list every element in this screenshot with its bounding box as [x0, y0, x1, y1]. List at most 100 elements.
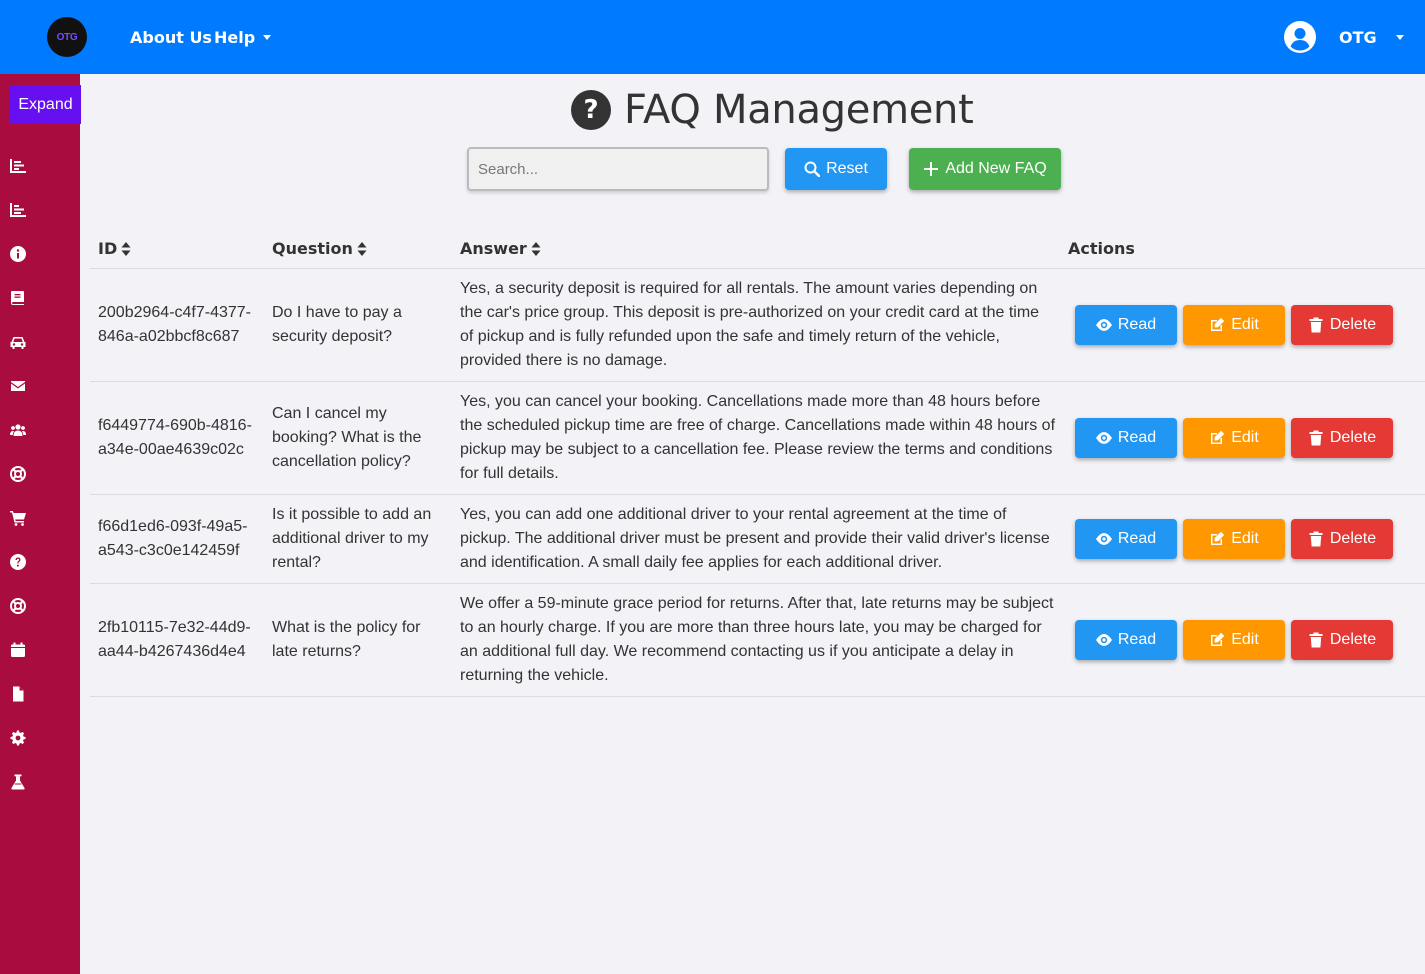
eye-icon: [1095, 319, 1112, 331]
trash-icon: [1309, 632, 1323, 648]
edit-button[interactable]: Edit: [1183, 305, 1285, 345]
add-new-faq-button[interactable]: Add New FAQ: [909, 148, 1061, 190]
search-input[interactable]: [467, 147, 769, 191]
edit-button[interactable]: Edit: [1183, 620, 1285, 660]
delete-button[interactable]: Delete: [1291, 620, 1393, 660]
reset-label: Reset: [826, 160, 868, 177]
info-circle-icon[interactable]: [10, 246, 26, 262]
edit-label: Edit: [1231, 316, 1259, 333]
chart-bar-icon[interactable]: [10, 158, 26, 174]
table-divider: [90, 583, 1425, 584]
book-icon[interactable]: [10, 290, 26, 306]
user-name[interactable]: OTG: [1339, 28, 1377, 47]
edit-label: Edit: [1231, 631, 1259, 648]
nav-help-dropdown[interactable]: Help: [214, 28, 272, 47]
faq-id: f66d1ed6-093f-49a5-a543-c3c0e142459f: [98, 518, 248, 559]
faq-answer: Yes, you can cancel your booking. Cancel…: [460, 393, 1056, 482]
faq-id: f6449774-690b-4816-a34e-00ae4639c02c: [98, 417, 252, 458]
column-header-actions: Actions: [1068, 239, 1135, 258]
faq-id: 2fb10115-7e32-44d9-aa44-b4267436d4e4: [98, 619, 251, 660]
column-header-question[interactable]: Question: [272, 239, 367, 258]
faq-id: 200b2964-c4f7-4377-846a-a02bbcf8c687: [98, 304, 252, 345]
eye-icon: [1095, 533, 1112, 545]
sort-icon: [121, 241, 131, 256]
trash-icon: [1309, 317, 1323, 333]
search-icon: [804, 161, 821, 177]
question-circle-icon: ?: [571, 90, 611, 130]
edit-icon: [1211, 531, 1225, 545]
column-header-label: ID: [98, 239, 118, 258]
shopping-cart-icon[interactable]: [10, 510, 26, 526]
delete-label: Delete: [1329, 631, 1377, 648]
sort-icon: [531, 241, 541, 256]
trash-icon: [1309, 430, 1323, 446]
logo[interactable]: OTG: [47, 17, 87, 57]
envelope-icon[interactable]: [10, 378, 26, 394]
delete-button[interactable]: Delete: [1291, 418, 1393, 458]
flask-icon[interactable]: [10, 774, 26, 790]
page-title-text: FAQ Management: [624, 87, 974, 133]
edit-label: Edit: [1231, 429, 1259, 446]
read-button[interactable]: Read: [1075, 620, 1177, 660]
life-ring-icon[interactable]: [10, 598, 26, 614]
question-circle-icon[interactable]: [10, 554, 26, 570]
edit-icon: [1211, 317, 1225, 331]
edit-button[interactable]: Edit: [1183, 418, 1285, 458]
page-title: ? FAQ Management: [571, 87, 974, 133]
edit-icon: [1211, 632, 1225, 646]
sidebar: Expand: [0, 74, 81, 974]
faq-question: Is it possible to add an additional driv…: [272, 506, 432, 571]
faq-answer: Yes, a security deposit is required for …: [460, 280, 1040, 369]
edit-label: Edit: [1231, 530, 1259, 547]
table-divider: [90, 381, 1425, 382]
read-button[interactable]: Read: [1075, 519, 1177, 559]
delete-label: Delete: [1329, 530, 1377, 547]
chart-bar-icon[interactable]: [10, 202, 26, 218]
table-divider: [90, 268, 1425, 269]
user-dropdown-chevron-icon[interactable]: [1396, 35, 1404, 40]
column-header-label: Actions: [1068, 239, 1135, 258]
eye-icon: [1095, 432, 1112, 444]
plus-icon: [924, 162, 939, 176]
read-label: Read: [1117, 631, 1157, 648]
top-navbar: OTG About Us Help OTG: [0, 0, 1425, 74]
faq-question: Do I have to pay a security deposit?: [272, 304, 402, 345]
eye-icon: [1095, 634, 1112, 646]
delete-label: Delete: [1329, 316, 1377, 333]
trash-icon: [1309, 531, 1323, 547]
nav-about-us[interactable]: About Us: [130, 28, 212, 47]
file-icon[interactable]: [10, 686, 26, 702]
read-label: Read: [1117, 316, 1157, 333]
user-circle-icon[interactable]: [1284, 21, 1316, 53]
users-icon[interactable]: [10, 422, 26, 438]
reset-button[interactable]: Reset: [785, 148, 887, 190]
sort-icon: [357, 241, 367, 256]
faq-answer: Yes, you can add one additional driver t…: [460, 506, 1050, 571]
read-label: Read: [1117, 530, 1157, 547]
read-label: Read: [1117, 429, 1157, 446]
calendar-icon[interactable]: [10, 642, 26, 658]
delete-button[interactable]: Delete: [1291, 519, 1393, 559]
expand-button[interactable]: Expand: [10, 85, 81, 124]
table-divider: [90, 494, 1425, 495]
faq-answer: We offer a 59-minute grace period for re…: [460, 595, 1054, 684]
add-new-faq-label: Add New FAQ: [945, 160, 1047, 177]
column-header-label: Question: [272, 239, 353, 258]
edit-button[interactable]: Edit: [1183, 519, 1285, 559]
delete-label: Delete: [1329, 429, 1377, 446]
edit-icon: [1211, 430, 1225, 444]
life-ring-icon[interactable]: [10, 466, 26, 482]
nav-help-label: Help: [214, 28, 256, 47]
table-divider: [90, 696, 1425, 697]
delete-button[interactable]: Delete: [1291, 305, 1393, 345]
chevron-down-icon: [263, 35, 272, 40]
read-button[interactable]: Read: [1075, 418, 1177, 458]
faq-question: Can I cancel my booking? What is the can…: [272, 405, 422, 470]
faq-question: What is the policy for late returns?: [272, 619, 421, 660]
gear-icon[interactable]: [10, 730, 26, 746]
read-button[interactable]: Read: [1075, 305, 1177, 345]
car-icon[interactable]: [10, 334, 26, 350]
column-header-id[interactable]: ID: [98, 239, 131, 258]
column-header-answer[interactable]: Answer: [460, 239, 541, 258]
column-header-label: Answer: [460, 239, 527, 258]
